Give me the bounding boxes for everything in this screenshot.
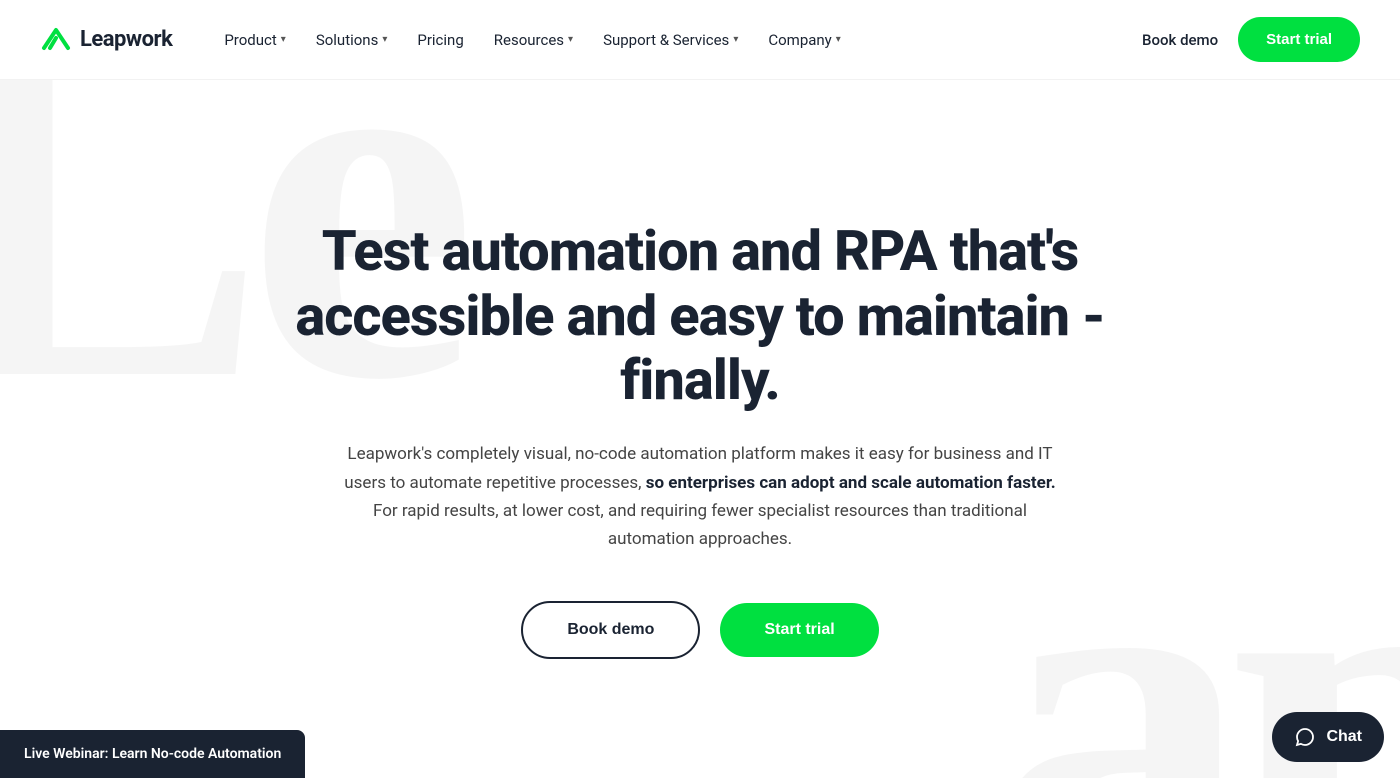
start-trial-hero-button[interactable]: Start trial bbox=[720, 603, 878, 657]
nav-right: Book demo Start trial bbox=[1142, 17, 1360, 62]
logo[interactable]: Leapwork bbox=[40, 26, 172, 54]
nav-item-support[interactable]: Support & Services ▾ bbox=[591, 23, 750, 57]
hero-buttons: Book demo Start trial bbox=[521, 601, 878, 659]
nav-item-product[interactable]: Product ▾ bbox=[212, 23, 297, 57]
nav-item-company[interactable]: Company ▾ bbox=[756, 23, 852, 57]
chat-button[interactable]: Chat bbox=[1272, 712, 1384, 762]
logo-text: Leapwork bbox=[80, 27, 172, 52]
webinar-label: Live Webinar: Learn No-code Automation bbox=[24, 746, 281, 762]
nav-label-company: Company bbox=[768, 31, 831, 49]
chevron-down-icon: ▾ bbox=[836, 34, 841, 45]
nav-label-solutions: Solutions bbox=[316, 31, 379, 49]
start-trial-nav-button[interactable]: Start trial bbox=[1238, 17, 1360, 62]
webinar-bar[interactable]: Live Webinar: Learn No-code Automation bbox=[0, 730, 305, 778]
nav-item-pricing[interactable]: Pricing bbox=[405, 23, 475, 57]
hero-subtitle-part2: For rapid results, at lower cost, and re… bbox=[373, 501, 1027, 549]
chevron-down-icon: ▾ bbox=[733, 34, 738, 45]
nav-item-solutions[interactable]: Solutions ▾ bbox=[304, 23, 400, 57]
logo-icon bbox=[40, 26, 72, 54]
chevron-down-icon: ▾ bbox=[281, 34, 286, 45]
nav-left: Leapwork Product ▾ Solutions ▾ Pricing R… bbox=[40, 23, 853, 57]
nav-label-product: Product bbox=[224, 31, 276, 49]
chat-icon bbox=[1294, 726, 1316, 748]
nav-item-resources[interactable]: Resources ▾ bbox=[482, 23, 585, 57]
nav-label-resources: Resources bbox=[494, 31, 564, 49]
chevron-down-icon: ▾ bbox=[568, 34, 573, 45]
nav-links: Product ▾ Solutions ▾ Pricing Resources … bbox=[212, 23, 852, 57]
nav-label-support: Support & Services bbox=[603, 31, 729, 49]
hero-title: Test automation and RPA that's accessibl… bbox=[250, 219, 1150, 412]
nav-label-pricing: Pricing bbox=[417, 31, 463, 49]
book-demo-nav-link[interactable]: Book demo bbox=[1142, 31, 1218, 49]
hero-subtitle-bold: so enterprises can adopt and scale autom… bbox=[646, 473, 1056, 493]
chevron-down-icon: ▾ bbox=[382, 34, 387, 45]
book-demo-hero-button[interactable]: Book demo bbox=[521, 601, 700, 659]
chat-label: Chat bbox=[1326, 728, 1362, 746]
navbar: Leapwork Product ▾ Solutions ▾ Pricing R… bbox=[0, 0, 1400, 80]
hero-section: Test automation and RPA that's accessibl… bbox=[0, 80, 1400, 778]
hero-subtitle: Leapwork's completely visual, no-code au… bbox=[340, 440, 1060, 552]
